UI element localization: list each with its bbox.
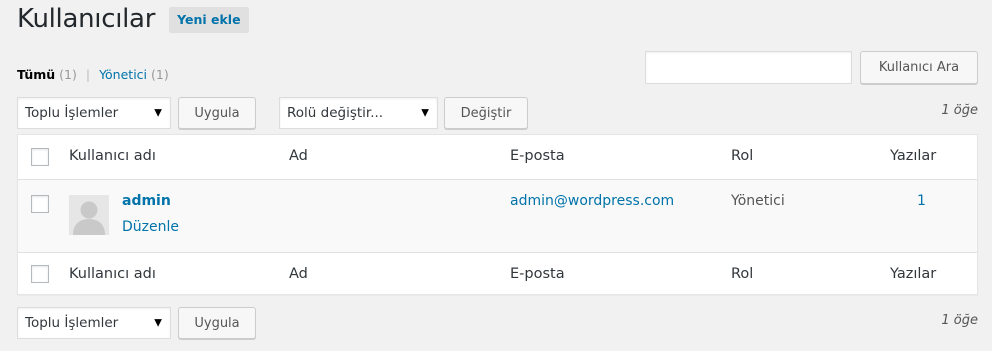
edit-user-link[interactable]: Düzenle — [122, 219, 179, 235]
filter-all-link[interactable]: Tümü — [17, 67, 55, 82]
select-all-checkbox-bottom[interactable] — [31, 265, 49, 283]
bulk-actions-select-bottom[interactable]: Toplu İşlemler ▼ — [17, 307, 171, 339]
user-avatar-icon — [69, 195, 109, 235]
page-title: Kullanıcılar — [17, 4, 156, 34]
users-page: Kullanıcılar Yeni ekle Tümü (1) | Yöneti… — [0, 0, 992, 351]
column-posts: Yazılar — [890, 148, 937, 164]
column-role-footer: Rol — [731, 266, 754, 282]
search-users-button[interactable]: Kullanıcı Ara — [860, 51, 978, 84]
column-email-footer[interactable]: E-posta — [510, 266, 565, 282]
bulk-actions-select-top[interactable]: Toplu İşlemler ▼ — [17, 97, 171, 129]
apply-button-top[interactable]: Uygula — [178, 97, 256, 129]
column-role: Rol — [731, 148, 754, 164]
filter-all-count: (1) — [59, 67, 77, 82]
username-link[interactable]: admin — [122, 193, 171, 209]
triangle-down-icon: ▼ — [421, 107, 429, 119]
user-email-link[interactable]: admin@wordpress.com — [510, 193, 674, 209]
add-new-button[interactable]: Yeni ekle — [169, 7, 249, 33]
filter-separator: | — [85, 67, 91, 82]
apply-button-bottom[interactable]: Uygula — [178, 307, 256, 339]
column-posts-footer: Yazılar — [890, 266, 937, 282]
page-header: Kullanıcılar Yeni ekle — [17, 4, 249, 34]
table-header-row: Kullanıcı adı Ad E-posta Rol Yazılar — [18, 135, 977, 180]
table-footer-row: Kullanıcı adı Ad E-posta Rol Yazılar — [18, 252, 977, 295]
user-posts-count[interactable]: 1 — [917, 193, 926, 209]
item-count-bottom: 1 öğe — [941, 313, 978, 328]
bulk-actions-label: Toplu İşlemler — [25, 105, 119, 121]
change-role-select[interactable]: Rolü değiştir... ▼ — [279, 97, 438, 129]
column-email[interactable]: E-posta — [510, 148, 565, 164]
column-name-footer[interactable]: Ad — [289, 266, 308, 282]
change-role-button[interactable]: Değiştir — [444, 97, 528, 129]
column-username[interactable]: Kullanıcı adı — [69, 148, 156, 164]
triangle-down-icon: ▼ — [154, 107, 162, 119]
filter-admin-link[interactable]: Yönetici — [99, 67, 147, 82]
row-checkbox[interactable] — [31, 195, 49, 213]
select-all-checkbox[interactable] — [31, 148, 49, 166]
table-row: admin Düzenle admin@wordpress.com Yöneti… — [18, 180, 977, 252]
filter-admin-count: (1) — [151, 67, 169, 82]
user-search-input[interactable] — [645, 51, 852, 84]
role-filter-links: Tümü (1) | Yönetici (1) — [17, 67, 169, 82]
triangle-down-icon: ▼ — [154, 317, 162, 329]
bulk-actions-label-bottom: Toplu İşlemler — [25, 315, 119, 331]
change-role-label: Rolü değiştir... — [287, 105, 384, 121]
item-count-top: 1 öğe — [941, 103, 978, 118]
users-table: Kullanıcı adı Ad E-posta Rol Yazılar adm… — [17, 134, 978, 295]
column-name[interactable]: Ad — [289, 148, 308, 164]
column-username-footer[interactable]: Kullanıcı adı — [69, 266, 156, 282]
user-role: Yönetici — [731, 193, 785, 209]
